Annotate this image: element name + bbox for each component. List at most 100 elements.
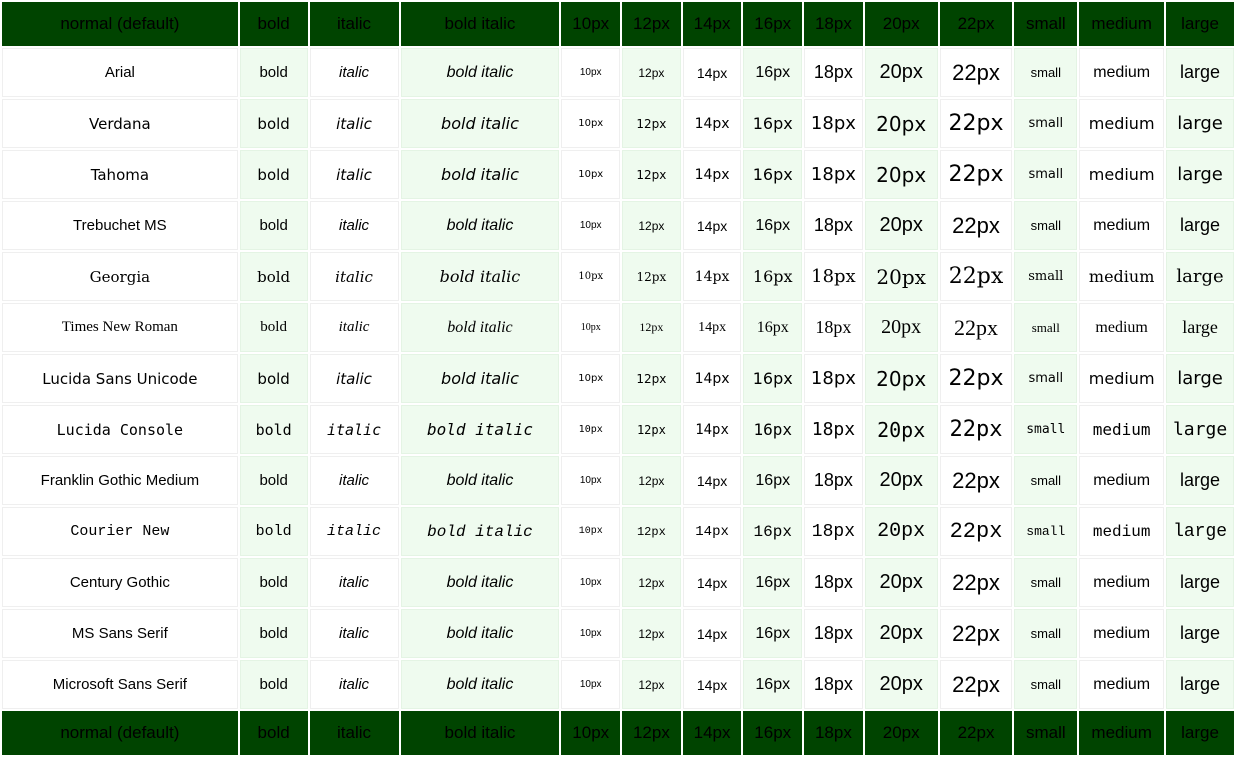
sample-cell: large [1166,660,1234,709]
sample-cell: 10px [561,456,621,505]
font-name-cell: Lucida Sans Unicode [2,354,238,403]
sample-cell: 10px [561,99,621,148]
sample-cell: 18px [804,201,863,250]
font-name-cell: Arial [2,48,238,97]
sample-cell: medium [1079,456,1165,505]
table-row: Verdana bold italic bold italic 10px 12px 14px… [2,99,1234,148]
sample-cell: 20px [864,99,938,148]
sample-cell: 16px [743,405,803,454]
sample-cell: 12px [622,405,681,454]
sample-cell: medium [1079,252,1165,301]
footer-column-10px[interactable]: 10px [561,711,621,755]
sample-cell: 14px [682,507,742,556]
sample-cell: 18px [804,456,863,505]
sample-cell: bold italic [400,507,560,556]
sample-cell: 18px [804,48,863,97]
column-header-10px[interactable]: 10px [561,2,621,46]
sample-cell: medium [1079,303,1165,352]
sample-cell: 14px [682,609,742,658]
table-row: Georgia bold italic bold italic 10px 12px 14px… [2,252,1234,301]
sample-cell: 10px [561,609,621,658]
footer-column-16px[interactable]: 16px [743,711,803,755]
sample-cell: 18px [804,609,863,658]
footer-column-normal[interactable]: normal (default) [2,711,238,755]
sample-cell: 18px [804,507,863,556]
column-header-medium[interactable]: medium [1079,2,1165,46]
sample-cell: small [1014,507,1078,556]
sample-cell: medium [1079,660,1165,709]
footer-column-italic[interactable]: italic [309,711,399,755]
sample-cell: 14px [682,303,742,352]
font-name-cell: MS Sans Serif [2,609,238,658]
footer-column-20px[interactable]: 20px [864,711,938,755]
font-name-cell: Microsoft Sans Serif [2,660,238,709]
sample-cell: 20px [864,303,938,352]
sample-cell: 22px [939,609,1013,658]
sample-cell: large [1166,354,1234,403]
sample-cell: small [1014,99,1078,148]
sample-cell: 10px [561,303,621,352]
sample-cell: 12px [622,558,681,607]
footer-column-bold[interactable]: bold [239,711,308,755]
column-header-20px[interactable]: 20px [864,2,938,46]
sample-cell: 12px [622,609,681,658]
sample-cell: bold italic [400,405,560,454]
header-row: normal (default) bold italic bold italic… [2,2,1234,46]
sample-cell: 12px [622,354,681,403]
font-name-cell: Times New Roman [2,303,238,352]
table-row: MS Sans Serif bold italic bold italic 10px 12… [2,609,1234,658]
sample-cell: italic [309,558,399,607]
table-row: Arial bold italic bold italic 10px 12px 14px 16… [2,48,1234,97]
column-header-22px[interactable]: 22px [939,2,1013,46]
sample-cell: 10px [561,354,621,403]
column-header-16px[interactable]: 16px [743,2,803,46]
sample-cell: 14px [682,660,742,709]
sample-cell: bold [239,609,308,658]
footer-column-large[interactable]: large [1166,711,1234,755]
column-header-small[interactable]: small [1014,2,1078,46]
sample-cell: 14px [682,252,742,301]
column-header-12px[interactable]: 12px [622,2,681,46]
sample-cell: 14px [682,456,742,505]
column-header-italic[interactable]: italic [309,2,399,46]
sample-cell: italic [309,303,399,352]
footer-column-22px[interactable]: 22px [939,711,1013,755]
column-header-large[interactable]: large [1166,2,1234,46]
sample-cell: 12px [622,660,681,709]
sample-cell: 12px [622,252,681,301]
sample-cell: italic [309,456,399,505]
footer-column-14px[interactable]: 14px [682,711,742,755]
sample-cell: medium [1079,609,1165,658]
footer-column-18px[interactable]: 18px [804,711,863,755]
sample-cell: bold italic [400,252,560,301]
sample-cell: 18px [804,252,863,301]
sample-cell: italic [309,405,399,454]
sample-cell: large [1166,48,1234,97]
column-header-18px[interactable]: 18px [804,2,863,46]
footer-column-medium[interactable]: medium [1079,711,1165,755]
sample-cell: 16px [743,354,803,403]
sample-cell: 14px [682,48,742,97]
sample-cell: 14px [682,99,742,148]
footer-column-small[interactable]: small [1014,711,1078,755]
sample-cell: 22px [939,558,1013,607]
column-header-bold[interactable]: bold [239,2,308,46]
sample-cell: italic [309,201,399,250]
sample-cell: 20px [864,48,938,97]
font-name-cell: Century Gothic [2,558,238,607]
sample-cell: 10px [561,660,621,709]
sample-cell: bold [239,456,308,505]
table-row: Tahoma bold italic bold italic 10px 12px 14px 1… [2,150,1234,199]
sample-cell: 20px [864,660,938,709]
column-header-normal[interactable]: normal (default) [2,2,238,46]
column-header-bold-italic[interactable]: bold italic [400,2,560,46]
footer-column-bold-italic[interactable]: bold italic [400,711,560,755]
sample-cell: bold [239,354,308,403]
sample-cell: bold [239,303,308,352]
sample-cell: small [1014,456,1078,505]
sample-cell: medium [1079,48,1165,97]
column-header-14px[interactable]: 14px [682,2,742,46]
sample-cell: 12px [622,201,681,250]
footer-column-12px[interactable]: 12px [622,711,681,755]
sample-cell: 10px [561,558,621,607]
